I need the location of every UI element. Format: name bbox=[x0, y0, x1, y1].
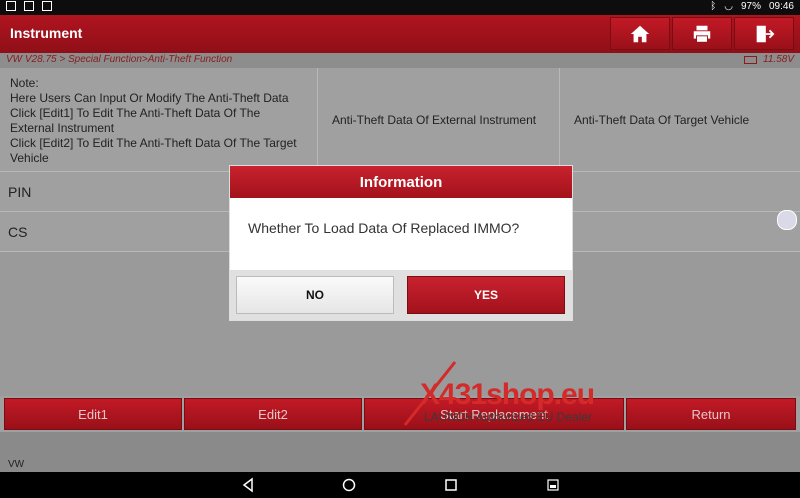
note-line: Note: bbox=[10, 76, 39, 90]
home-button[interactable] bbox=[610, 17, 670, 50]
recents-icon[interactable] bbox=[443, 477, 459, 493]
watermark-text: X431shop.eu bbox=[420, 378, 595, 411]
edit1-button[interactable]: Edit1 bbox=[4, 398, 182, 430]
note-cell: Note: Here Users Can Input Or Modify The… bbox=[0, 68, 318, 171]
watermark-logo: X431shop.eu LAUNCH Authorized EU Dealer bbox=[400, 360, 630, 430]
image-icon bbox=[6, 1, 16, 11]
voltage-indicator: 11.58V bbox=[744, 54, 794, 65]
print-button[interactable] bbox=[672, 17, 732, 50]
column-header-target: Anti-Theft Data Of Target Vehicle bbox=[574, 112, 750, 127]
battery-percent: 97% bbox=[740, 1, 761, 12]
watermark-subtext: LAUNCH Authorized EU Dealer bbox=[424, 410, 593, 424]
voltage-value: 11.58V bbox=[763, 54, 794, 65]
back-icon[interactable] bbox=[240, 477, 256, 493]
bluetooth-icon: ᛒ bbox=[710, 1, 717, 12]
wifi-icon: ◡ bbox=[724, 1, 733, 12]
information-dialog: Information Whether To Load Data Of Repl… bbox=[230, 166, 572, 320]
floating-assistant-button[interactable] bbox=[777, 210, 797, 230]
exit-icon bbox=[756, 25, 775, 42]
edit2-button[interactable]: Edit2 bbox=[184, 398, 362, 430]
note-line: Click [Edit2] To Edit The Anti-Theft Dat… bbox=[10, 136, 297, 165]
return-button[interactable]: Return bbox=[626, 398, 796, 430]
column-header-external: Anti-Theft Data Of External Instrument bbox=[318, 68, 560, 171]
vehicle-brand: VW bbox=[8, 459, 25, 470]
app-header: Instrument bbox=[0, 15, 800, 53]
page-title: Instrument bbox=[10, 25, 83, 41]
navigation-bar bbox=[0, 472, 800, 498]
exit-button[interactable] bbox=[734, 17, 794, 50]
clock: 09:46 bbox=[768, 1, 794, 12]
row-label: CS bbox=[8, 223, 28, 240]
breadcrumb-bar: VW V28.75 > Special Function>Anti-Theft … bbox=[0, 53, 800, 68]
row-label: PIN bbox=[8, 183, 32, 200]
no-button[interactable]: NO bbox=[236, 276, 394, 314]
status-bar: ᛒ ◡ 97% 09:46 bbox=[0, 0, 800, 15]
breadcrumb: VW V28.75 > Special Function>Anti-Theft … bbox=[6, 54, 233, 65]
home-icon bbox=[630, 25, 650, 42]
dialog-button-bar: NO YES bbox=[230, 270, 572, 320]
yes-button[interactable]: YES bbox=[407, 276, 565, 314]
notification-icon bbox=[24, 1, 34, 11]
footer: VW bbox=[0, 432, 800, 472]
dialog-title: Information bbox=[230, 166, 572, 198]
note-line: Here Users Can Input Or Modify The Anti-… bbox=[10, 91, 289, 105]
dialog-message: Whether To Load Data Of Replaced IMMO? bbox=[248, 220, 520, 236]
printer-icon bbox=[693, 25, 711, 43]
screenshot-icon[interactable] bbox=[545, 477, 561, 493]
settings-icon bbox=[42, 1, 52, 11]
battery-icon bbox=[744, 55, 758, 64]
note-line: Click [Edit1] To Edit The Anti-Theft Dat… bbox=[10, 106, 261, 135]
home-nav-icon[interactable] bbox=[341, 477, 357, 493]
table-header-row: Note: Here Users Can Input Or Modify The… bbox=[0, 68, 800, 172]
